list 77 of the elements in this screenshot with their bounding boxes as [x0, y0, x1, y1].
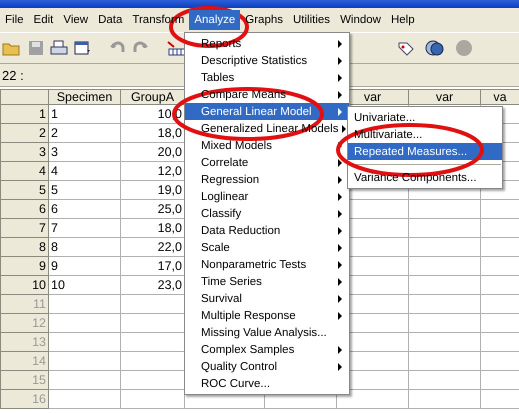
menu-item[interactable]: Univariate...: [348, 109, 502, 126]
print-icon[interactable]: [50, 40, 68, 56]
menu-item[interactable]: Correlate: [185, 154, 349, 171]
menu-item[interactable]: Nonparametric Tests: [185, 256, 349, 273]
menu-item[interactable]: Scale: [185, 239, 349, 256]
menu-item[interactable]: Variance Components...: [348, 169, 502, 186]
table-cell: [408, 314, 480, 332]
row-number[interactable]: 10: [0, 276, 48, 294]
menu-item[interactable]: Multiple Response: [185, 307, 349, 324]
menu-item[interactable]: ROC Curve...: [185, 375, 349, 392]
menu-item[interactable]: Quality Control: [185, 358, 349, 375]
menu-item[interactable]: Survival: [185, 290, 349, 307]
menu-bar-item[interactable]: File: [0, 10, 29, 30]
table-cell: [408, 218, 480, 238]
table-cell: 7: [48, 218, 120, 238]
table-cell: [48, 370, 120, 390]
table-cell: [408, 238, 480, 256]
column-header[interactable]: var: [408, 90, 480, 104]
menu-item[interactable]: Regression: [185, 171, 349, 188]
menu-item[interactable]: Loglinear: [185, 188, 349, 205]
table-cell: [408, 390, 480, 408]
grid-corner: [0, 90, 48, 104]
table-cell: 8: [48, 238, 120, 256]
table-cell: [408, 294, 480, 314]
table-cell: [408, 256, 480, 276]
menu-bar-item[interactable]: Analyze: [189, 10, 240, 30]
table-cell: 1: [48, 104, 120, 124]
menu-item[interactable]: Data Reduction: [185, 222, 349, 239]
menu-bar-item[interactable]: Help: [386, 10, 420, 30]
table-cell: [48, 390, 120, 408]
row-number[interactable]: 9: [0, 256, 48, 276]
menu-bar-item[interactable]: View: [58, 10, 94, 30]
menu-item[interactable]: General Linear Model: [185, 103, 349, 120]
menu-item[interactable]: Classify: [185, 205, 349, 222]
row-number[interactable]: 2: [0, 124, 48, 142]
table-cell: [48, 294, 120, 314]
table-cell: 9: [48, 256, 120, 276]
row-number[interactable]: 6: [0, 200, 48, 218]
dialog-icon[interactable]: [74, 40, 92, 56]
table-cell: [408, 332, 480, 352]
menu-bar-item[interactable]: Graphs: [240, 10, 288, 30]
menu-item[interactable]: Multivariate...: [348, 126, 502, 143]
menu-item[interactable]: Descriptive Statistics: [185, 52, 349, 69]
row-number[interactable]: 3: [0, 142, 48, 162]
table-cell: [408, 352, 480, 370]
table-cell: 3: [48, 142, 120, 162]
table-cell: [48, 314, 120, 332]
row-number[interactable]: 7: [0, 218, 48, 238]
column-header[interactable]: Specimen: [48, 90, 120, 104]
table-cell: 5: [48, 180, 120, 200]
row-number[interactable]: 4: [0, 162, 48, 180]
menu-item[interactable]: Time Series: [185, 273, 349, 290]
menu-item[interactable]: Missing Value Analysis...: [185, 324, 349, 341]
menu-item[interactable]: Tables: [185, 69, 349, 86]
menu-bar-item[interactable]: Utilities: [288, 10, 336, 30]
column-header[interactable]: GroupA: [120, 90, 184, 104]
row-number[interactable]: 5: [0, 180, 48, 200]
menu-item[interactable]: Mixed Models: [185, 137, 349, 154]
table-cell: [408, 370, 480, 390]
table-cell: [408, 276, 480, 294]
table-cell: 10: [48, 276, 120, 294]
menu-bar-item[interactable]: Edit: [28, 10, 58, 30]
menu-item[interactable]: Repeated Measures...: [348, 143, 502, 160]
circles-icon[interactable]: [425, 39, 445, 57]
cell-reference: 22 :: [1, 68, 24, 82]
table-cell: [408, 200, 480, 218]
menu-bar-item[interactable]: Window: [335, 10, 386, 30]
menu-item[interactable]: Complex Samples: [185, 341, 349, 358]
table-cell: 4: [48, 162, 120, 180]
row-number[interactable]: 8: [0, 238, 48, 256]
row-number[interactable]: 1: [0, 104, 48, 124]
table-cell: [48, 352, 120, 370]
table-cell: 6: [48, 200, 120, 218]
menu-bar-item[interactable]: Data: [93, 10, 128, 30]
column-header[interactable]: va: [480, 90, 519, 104]
table-cell: [48, 332, 120, 352]
table-cell: 2: [48, 124, 120, 142]
